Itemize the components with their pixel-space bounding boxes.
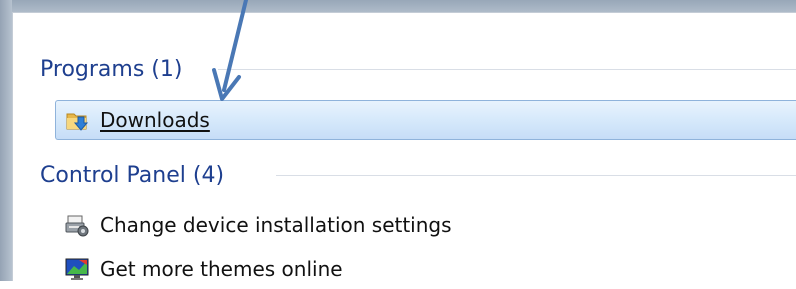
device-installation-icon <box>64 212 90 238</box>
result-item-downloads[interactable]: Downloads <box>55 100 796 140</box>
control-panel-group-header: Control Panel (4) <box>40 159 224 191</box>
downloads-folder-icon <box>64 107 90 133</box>
result-item-get-more-themes-online[interactable]: Get more themes online <box>56 249 343 289</box>
programs-group-title: Programs (1) <box>40 56 183 82</box>
control-panel-group-title: Control Panel (4) <box>40 162 225 188</box>
control-panel-group-divider <box>276 159 796 191</box>
programs-group-divider <box>218 53 796 85</box>
result-item-change-device-installation-settings[interactable]: Change device installation settings <box>56 205 452 245</box>
themes-monitor-icon <box>64 256 90 282</box>
result-item-get-more-themes-online-label: Get more themes online <box>100 257 343 281</box>
window-frame-left <box>0 0 12 281</box>
result-item-change-device-installation-settings-label: Change device installation settings <box>100 213 452 237</box>
result-item-downloads-label[interactable]: Downloads <box>100 108 210 132</box>
window-frame-top <box>0 0 796 12</box>
programs-group-header: Programs (1) <box>40 53 182 85</box>
